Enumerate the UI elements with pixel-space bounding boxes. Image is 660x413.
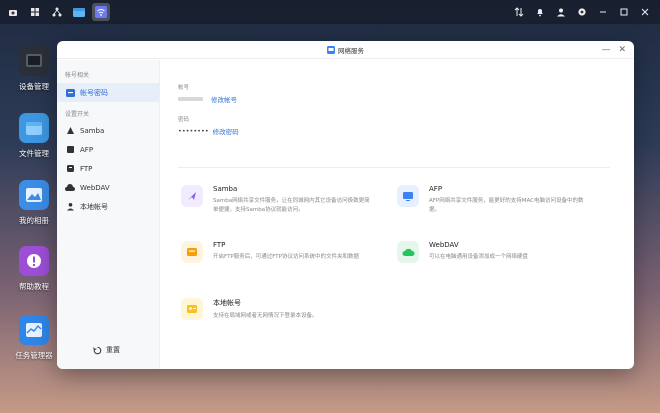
window-title: 网络服务 (338, 46, 364, 55)
sidebar-item-local-account[interactable]: 本地帐号 (57, 197, 159, 216)
window-minimize-button[interactable]: — (601, 44, 610, 56)
sidebar-item-label: 本地帐号 (80, 202, 108, 211)
desktop-label: 任务管理器 (15, 351, 53, 360)
webdav-icon (65, 183, 75, 193)
afp-icon (65, 145, 75, 155)
desktop-device-manager[interactable]: 设备管理 (8, 46, 60, 92)
samba-icon (65, 126, 75, 136)
service-description: Samba网络共享文件服务，让在同城网内其它设备访问极致更简单便捷，支持Samb… (213, 198, 370, 213)
service-title: Samba (213, 185, 238, 193)
local-account-icon (65, 202, 75, 212)
minimize-icon[interactable] (595, 3, 610, 21)
transfer-icon[interactable] (511, 3, 526, 21)
photo-album-icon (19, 180, 49, 210)
password-value: •••••••• 修改密码 (178, 126, 239, 136)
sidebar-item-label: 帐号密码 (80, 88, 108, 97)
sidebar: 帐号相关 帐号密码 设置开关 Samba AFP FTP WebDAV 本地帐号… (57, 60, 160, 369)
notification-bell-icon[interactable] (532, 3, 547, 21)
sidebar-item-webdav[interactable]: WebDAV (57, 178, 159, 197)
webdav-icon (397, 241, 419, 263)
network-service-taskbar-icon[interactable] (92, 3, 110, 21)
password-masked-text: •••••••• (178, 127, 209, 135)
reset-icon (93, 346, 102, 355)
service-title: FTP (213, 241, 226, 249)
service-description: 支持在局域网或者无网情况下登录本设备。 (213, 313, 318, 319)
password-label: 密码 (178, 117, 190, 123)
desktop-help-tutorial[interactable]: 帮助教程 (8, 246, 60, 292)
network-topology-icon[interactable] (48, 3, 66, 21)
service-title: WebDAV (429, 241, 459, 249)
reset-button[interactable]: 重置 (93, 345, 120, 355)
desktop-task-manager[interactable]: 任务管理器 (8, 315, 60, 361)
network-service-window: 网络服务 — ✕ 帐号相关 帐号密码 设置开关 Samba AFP FTP We… (57, 41, 634, 369)
sidebar-item-label: AFP (80, 145, 94, 154)
service-card-ftp[interactable]: FTP 开启FTP服务后，可通过FTP协议访问系统中的文件夹和数据 (181, 241, 371, 263)
edit-password-link[interactable]: 修改密码 (213, 126, 239, 136)
service-description: AFP网络共享文件服务，能更好的支持MAC电脑访问设备中的数据。 (429, 198, 584, 213)
apps-grid-icon[interactable] (26, 3, 44, 21)
close-icon[interactable] (637, 3, 652, 21)
content-pane: 帐号 修改帐号 密码 •••••••• 修改密码 Samba Samba网络共享… (161, 60, 634, 369)
desktop-file-manager[interactable]: 文件管理 (8, 113, 60, 159)
reset-label: 重置 (106, 346, 120, 354)
ftp-icon (181, 241, 203, 263)
service-card-local-account[interactable]: 本地帐号 支持在局域网或者无网情况下登录本设备。 (181, 298, 371, 321)
sidebar-item-label: WebDAV (80, 183, 110, 192)
service-title: 本地帐号 (213, 299, 241, 307)
account-value: 修改帐号 (178, 94, 237, 104)
edit-account-link[interactable]: 修改帐号 (211, 94, 237, 104)
service-description: 可以在电脑通用设备添加成一个网络硬盘 (429, 254, 529, 260)
sidebar-section-account: 帐号相关 (65, 72, 90, 79)
task-manager-icon (19, 315, 49, 345)
file-manager-taskbar-icon[interactable] (70, 3, 88, 21)
sidebar-section-services: 设置开关 (65, 111, 90, 118)
device-manager-icon (19, 46, 49, 76)
local-account-icon (181, 298, 203, 320)
maximize-icon[interactable] (616, 3, 631, 21)
sidebar-item-label: Samba (80, 126, 105, 135)
user-icon[interactable] (553, 3, 568, 21)
sidebar-item-label: FTP (80, 164, 93, 173)
account-label: 帐号 (178, 85, 190, 91)
home-icon[interactable] (4, 3, 22, 21)
desktop-label: 设备管理 (19, 82, 49, 91)
divider (178, 167, 610, 168)
service-card-webdav[interactable]: WebDAV 可以在电脑通用设备添加成一个网络硬盘 (397, 241, 587, 263)
service-card-samba[interactable]: Samba Samba网络共享文件服务，让在同城网内其它设备访问极致更简单便捷，… (181, 185, 371, 215)
samba-icon (181, 185, 203, 207)
ftp-icon (65, 164, 75, 174)
desktop-label: 文件管理 (19, 149, 49, 158)
desktop-label: 帮助教程 (19, 282, 49, 291)
desktop-photo-album[interactable]: 我的相册 (8, 180, 60, 226)
window-close-button[interactable]: ✕ (618, 44, 626, 56)
settings-gear-icon[interactable] (574, 3, 589, 21)
sidebar-item-afp[interactable]: AFP (57, 140, 159, 159)
sidebar-item-samba[interactable]: Samba (57, 121, 159, 140)
service-card-afp[interactable]: AFP AFP网络共享文件服务，能更好的支持MAC电脑访问设备中的数据。 (397, 185, 587, 215)
network-service-icon (327, 45, 335, 54)
file-manager-icon (19, 113, 49, 143)
service-description: 开启FTP服务后，可通过FTP协议访问系统中的文件夹和数据 (213, 254, 359, 260)
sidebar-item-ftp[interactable]: FTP (57, 159, 159, 178)
help-tutorial-icon (19, 246, 49, 276)
desktop-label: 我的相册 (19, 216, 49, 225)
masked-account (178, 97, 203, 101)
afp-icon (397, 185, 419, 207)
service-title: AFP (429, 185, 443, 193)
account-card-icon (65, 88, 75, 98)
window-titlebar[interactable]: 网络服务 — ✕ (57, 41, 634, 59)
system-taskbar (0, 0, 660, 24)
sidebar-item-account-password[interactable]: 帐号密码 (57, 83, 159, 102)
